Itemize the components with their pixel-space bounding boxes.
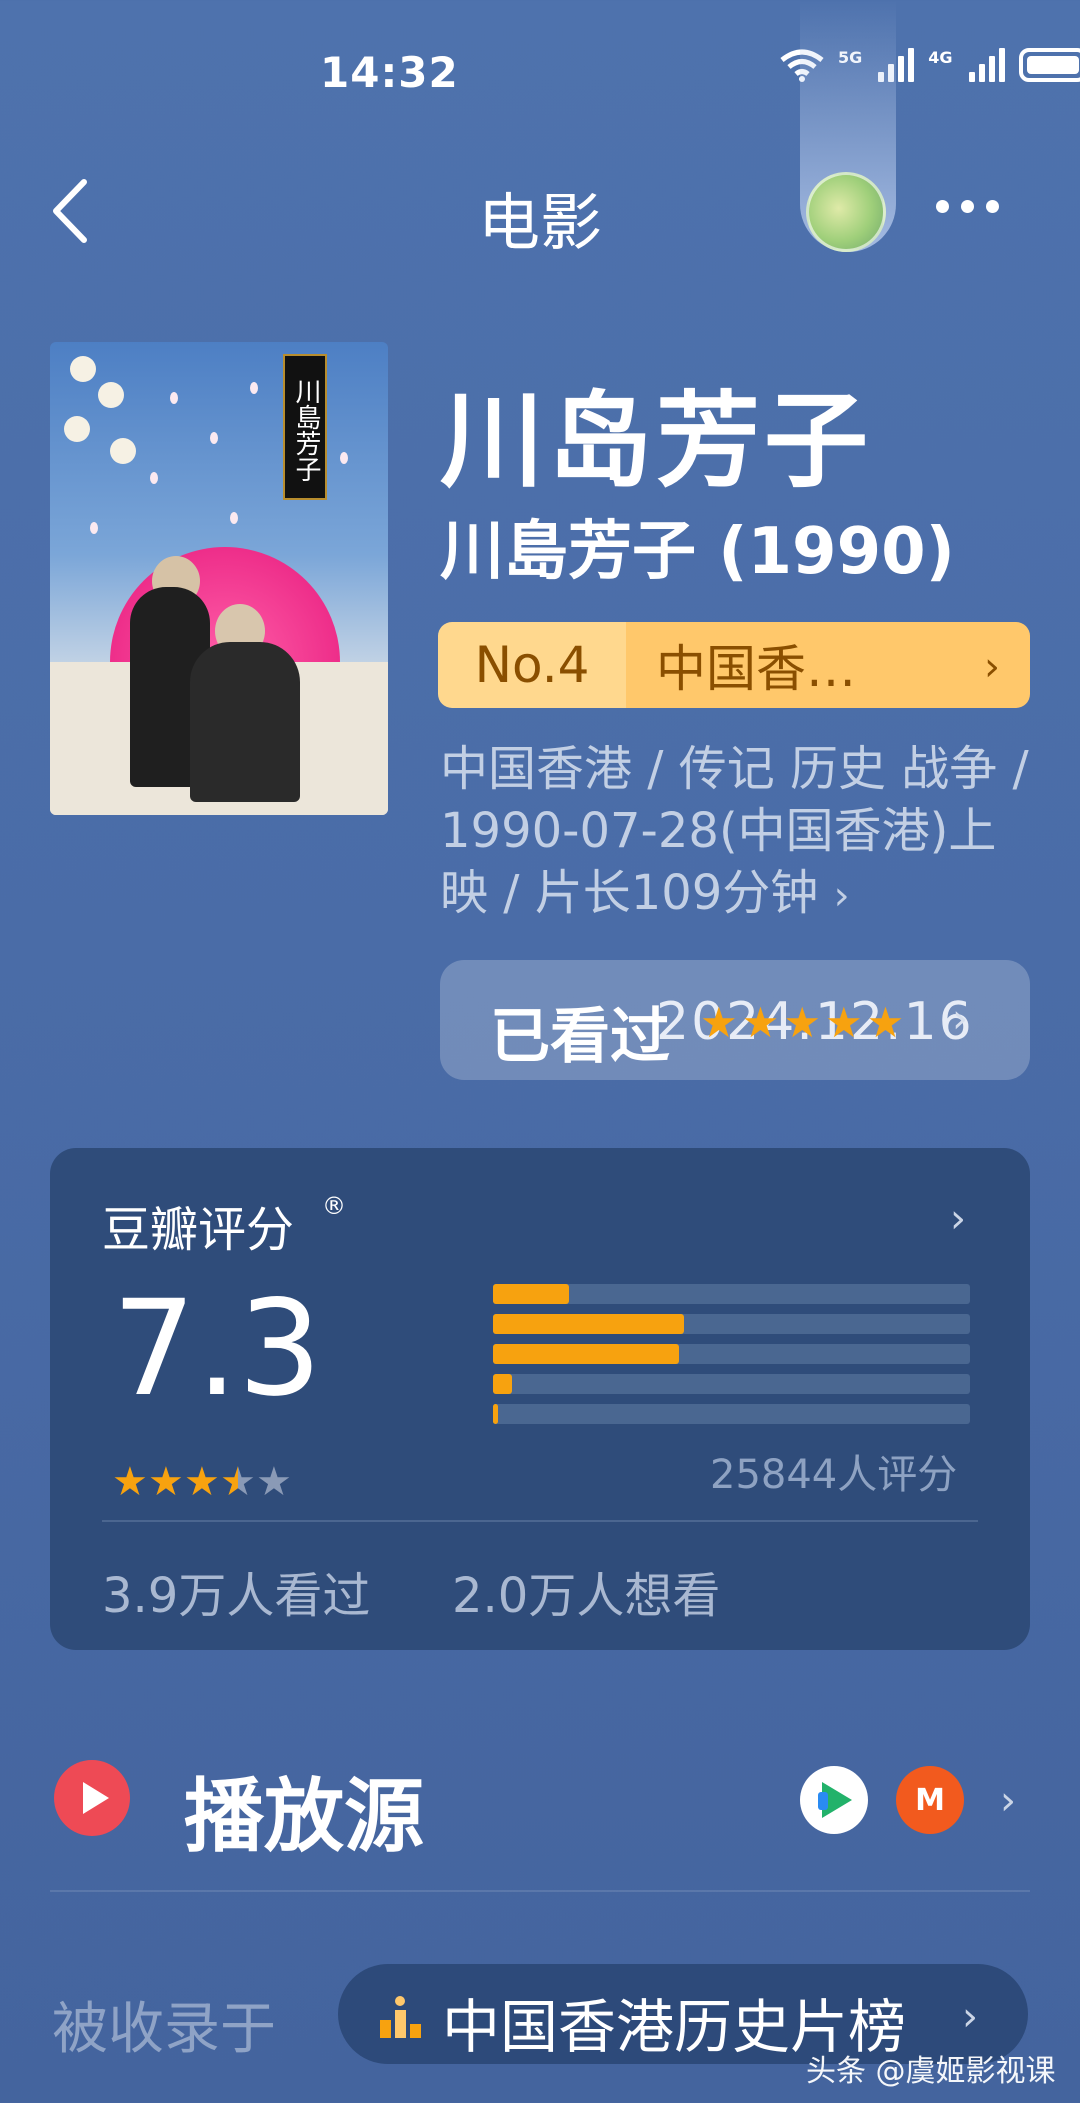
chevron-right-icon: › bbox=[962, 1994, 978, 2040]
registered-mark: ® bbox=[322, 1192, 346, 1220]
star-full-icon: ★ bbox=[184, 1459, 220, 1505]
battery-icon bbox=[1018, 48, 1080, 82]
play-icon bbox=[54, 1760, 130, 1836]
chevron-right-icon: › bbox=[833, 873, 850, 919]
watched-label: 已看过 bbox=[490, 1002, 670, 1072]
rating-count: 25844人评分 bbox=[710, 1452, 958, 1498]
distribution-track bbox=[493, 1314, 970, 1334]
movie-poster[interactable]: 川島芳子 bbox=[50, 342, 388, 815]
distribution-bar bbox=[493, 1284, 570, 1304]
chevron-right-icon[interactable]: › bbox=[1000, 1778, 1016, 1824]
distribution-row: ★★ bbox=[360, 1370, 970, 1398]
play-source-title[interactable]: 播放源 bbox=[184, 1752, 424, 1868]
rank-list-name: 中国香… bbox=[656, 640, 856, 698]
rating-score: 7.3 bbox=[112, 1272, 322, 1426]
mango-tv-icon[interactable]: M bbox=[896, 1766, 964, 1834]
movie-meta-info[interactable]: 中国香港 / 传记 历史 战争 / 1990-07-28(中国香港)上映 / 片… bbox=[440, 738, 1030, 927]
star-icon: ★ bbox=[866, 998, 905, 1047]
divider bbox=[50, 1890, 1030, 1892]
movie-original-title: 川島芳子 (1990) bbox=[440, 515, 955, 589]
distribution-row: ★★★★ bbox=[360, 1310, 970, 1338]
star-icon: ★ bbox=[700, 998, 738, 1047]
rating-title: 豆瓣评分 bbox=[102, 1202, 295, 1258]
star-empty-icon: ★ bbox=[256, 1459, 292, 1505]
star-icon: ★ bbox=[783, 998, 821, 1047]
ranking-badge[interactable]: No.4 中国香… › bbox=[438, 622, 1030, 708]
movie-title: 川岛芳子 bbox=[440, 380, 873, 502]
star-full-icon: ★ bbox=[148, 1459, 184, 1505]
distribution-bar bbox=[493, 1344, 680, 1364]
movie-meta-text: 中国香港 / 传记 历史 战争 / 1990-07-28(中国香港)上映 / 片… bbox=[440, 741, 1029, 921]
want-count[interactable]: 2.0万人想看 bbox=[452, 1556, 720, 1626]
more-icon[interactable] bbox=[936, 200, 999, 213]
chevron-right-icon: › bbox=[984, 644, 1000, 690]
distribution-bar bbox=[493, 1374, 513, 1394]
star-icon: ★ bbox=[741, 998, 780, 1047]
star-icon: ★ bbox=[824, 998, 863, 1047]
rank-number: No.4 bbox=[438, 622, 626, 708]
watermark: 头条 @虞姬影视课 bbox=[806, 2054, 1056, 2089]
distribution-row: ★ bbox=[360, 1400, 970, 1428]
distribution-bar bbox=[493, 1404, 498, 1424]
network-label-4g: 4G bbox=[928, 48, 953, 67]
divider bbox=[102, 1520, 978, 1522]
distribution-row: ★★★★★ bbox=[360, 1280, 970, 1308]
chevron-right-icon[interactable]: › bbox=[950, 1196, 966, 1242]
distribution-track bbox=[493, 1404, 970, 1424]
seen-count[interactable]: 3.9万人看过 bbox=[102, 1556, 370, 1626]
star-full-icon: ★ bbox=[112, 1459, 148, 1505]
collected-label: 被收录于 bbox=[52, 1997, 276, 2062]
distribution-track bbox=[493, 1284, 970, 1304]
tencent-video-icon[interactable] bbox=[800, 1766, 868, 1834]
chevron-right-icon: › bbox=[952, 996, 968, 1042]
page-title: 电影 bbox=[477, 186, 602, 259]
distribution-bar bbox=[493, 1314, 684, 1334]
signal-4g-icon bbox=[968, 48, 1005, 82]
distribution-row: ★★★ bbox=[360, 1340, 970, 1368]
distribution-track bbox=[493, 1344, 970, 1364]
poster-title-text: 川島芳子 bbox=[283, 354, 327, 500]
ranking-list-icon bbox=[380, 1996, 421, 2038]
watched-stars: ★ ★ ★ ★ ★ bbox=[700, 998, 904, 1047]
rating-stars: ★ ★ ★ ★ ★ bbox=[112, 1460, 292, 1504]
status-time: 14:32 bbox=[320, 48, 459, 97]
distribution-track bbox=[493, 1374, 970, 1394]
star-half-icon: ★ bbox=[220, 1459, 256, 1505]
